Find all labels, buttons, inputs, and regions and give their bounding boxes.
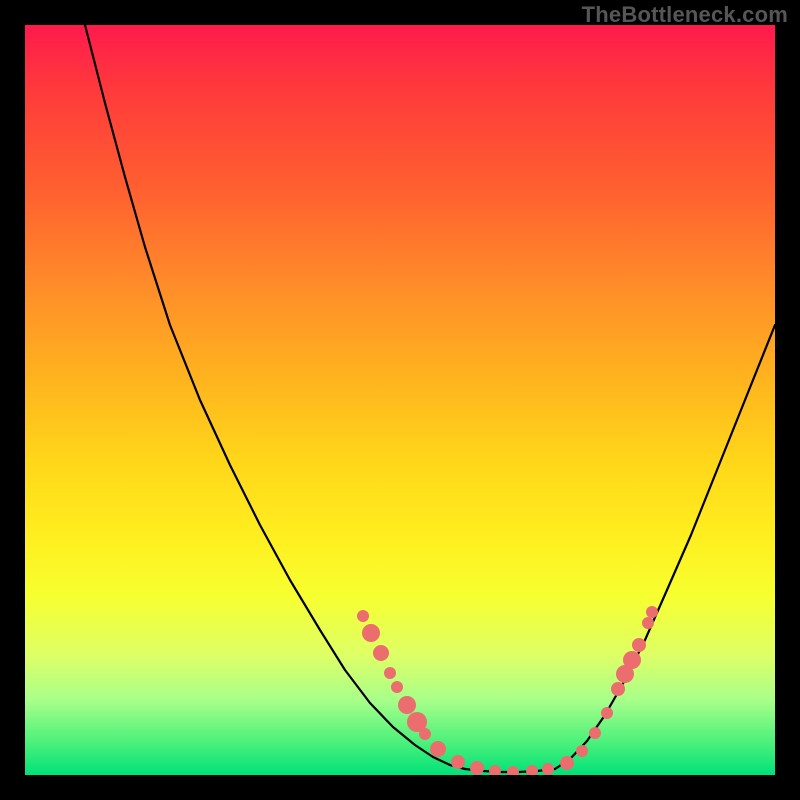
- series-left-curve: [85, 25, 465, 769]
- marker-group: [357, 606, 658, 775]
- marker-dot: [470, 761, 484, 775]
- marker-dot: [526, 765, 538, 775]
- marker-dot: [632, 638, 646, 652]
- marker-dot: [451, 755, 465, 769]
- marker-dot: [589, 727, 601, 739]
- marker-dot: [507, 766, 519, 775]
- marker-dot: [398, 696, 416, 714]
- marker-dot: [542, 763, 554, 775]
- marker-dot: [489, 765, 501, 775]
- chart-plot-area: [25, 25, 775, 775]
- marker-dot: [384, 667, 396, 679]
- series-right-curve: [555, 325, 775, 769]
- marker-dot: [611, 682, 625, 696]
- marker-dot: [560, 756, 574, 770]
- marker-dot: [646, 606, 658, 618]
- curve-group: [85, 25, 775, 772]
- marker-dot: [373, 645, 389, 661]
- marker-dot: [419, 728, 431, 740]
- marker-dot: [391, 681, 403, 693]
- watermark-label: TheBottleneck.com: [582, 2, 788, 28]
- marker-dot: [576, 745, 588, 757]
- chart-frame: TheBottleneck.com: [0, 0, 800, 800]
- marker-dot: [362, 624, 380, 642]
- marker-dot: [357, 610, 369, 622]
- marker-dot: [430, 741, 446, 757]
- marker-dot: [642, 617, 654, 629]
- marker-dot: [601, 707, 613, 719]
- marker-dot: [623, 651, 641, 669]
- chart-svg: [25, 25, 775, 775]
